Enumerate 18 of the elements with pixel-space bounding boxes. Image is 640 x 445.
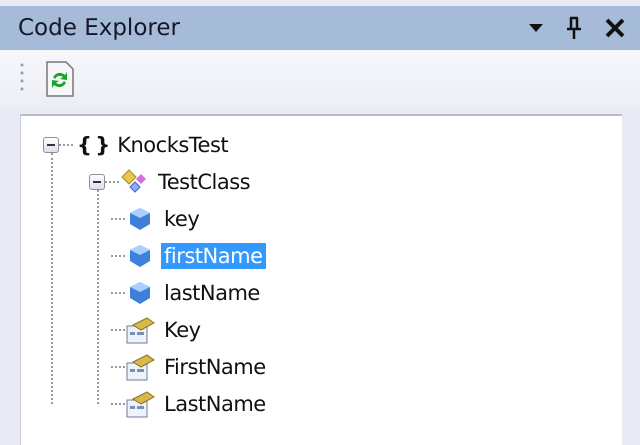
braces-icon: { } <box>77 132 108 156</box>
collapse-toggle[interactable] <box>43 136 59 152</box>
tree-item[interactable]: key <box>161 206 202 232</box>
tree-item[interactable]: lastName <box>161 280 263 306</box>
window-title: Code Explorer <box>18 15 181 41</box>
tree-item[interactable]: LastName <box>161 390 269 416</box>
close-icon[interactable] <box>604 17 626 39</box>
pin-icon[interactable] <box>566 16 582 40</box>
refresh-button[interactable] <box>44 60 76 98</box>
dropdown-icon[interactable] <box>528 23 544 33</box>
collapse-toggle[interactable] <box>89 174 105 190</box>
property-icon <box>125 388 155 418</box>
tree-item[interactable]: KnocksTest <box>114 132 232 158</box>
property-icon <box>125 352 155 382</box>
tree-item[interactable]: TestClass <box>155 168 254 194</box>
tree-item[interactable]: Key <box>161 316 204 342</box>
property-icon <box>125 314 155 344</box>
tree-item[interactable]: FirstName <box>161 354 269 380</box>
